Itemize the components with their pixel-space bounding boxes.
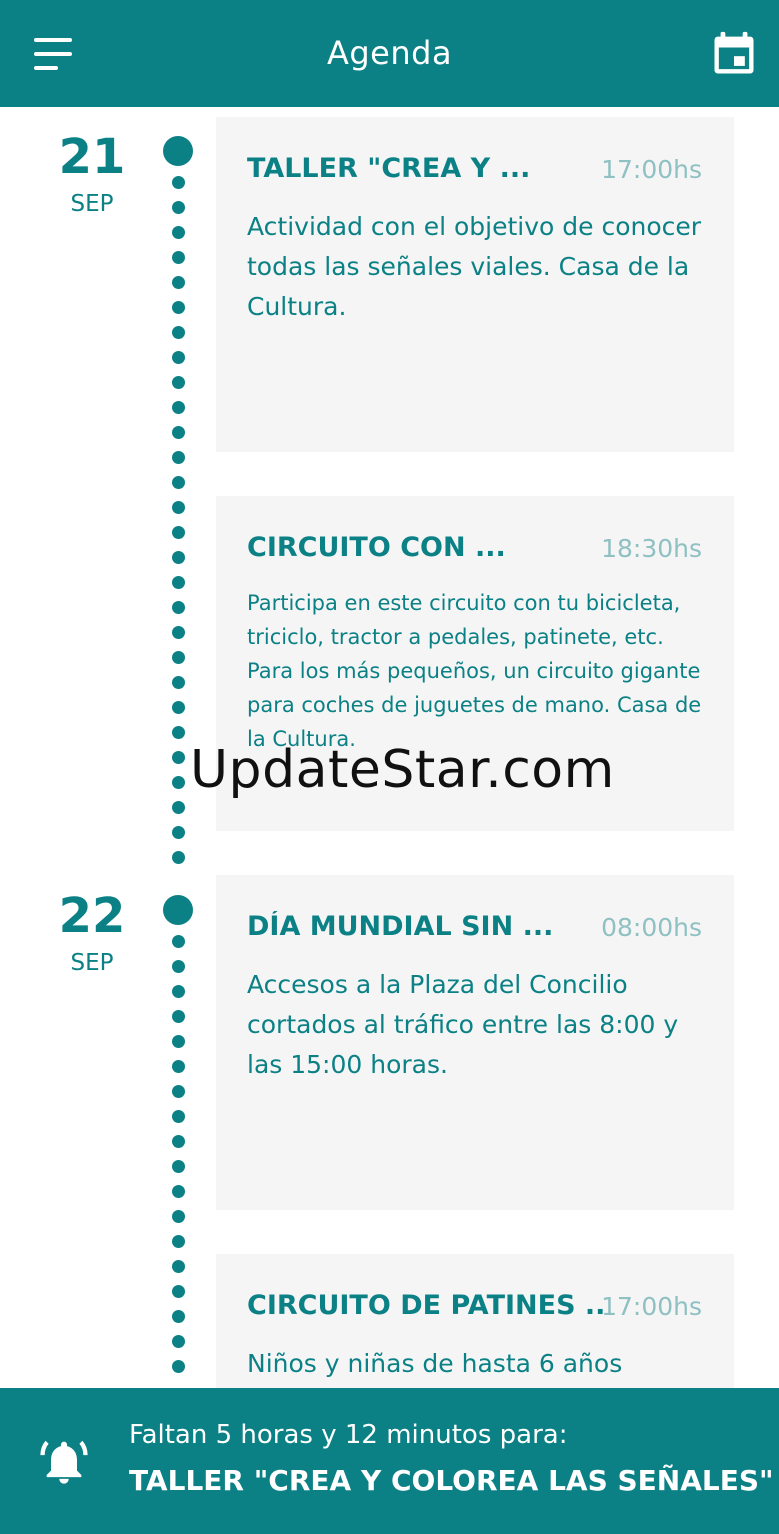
event-card[interactable]: DÍA MUNDIAL SIN ... 08:00hs Accesos a la…: [216, 875, 734, 1210]
timeline-day-dot: [163, 136, 193, 166]
timeline-dot: [172, 426, 185, 439]
timeline-dot: [172, 501, 185, 514]
timeline-dot: [172, 1185, 185, 1198]
timeline-dot: [172, 276, 185, 289]
timeline-day-dot: [163, 895, 193, 925]
event-title: DÍA MUNDIAL SIN ...: [247, 911, 554, 942]
timeline-dot: [172, 826, 185, 839]
timeline-dot: [172, 1110, 185, 1123]
timeline-dot: [172, 1060, 185, 1073]
timeline-dot: [172, 1335, 185, 1348]
event-description: Actividad con el objetivo de conocer tod…: [247, 212, 702, 321]
timeline-dot: [172, 1285, 185, 1298]
timeline-dot: [172, 1010, 185, 1023]
event-time: 17:00hs: [601, 155, 702, 184]
timeline-dot: [172, 451, 185, 464]
event-card[interactable]: CIRCUITO DE PATINES ... 17:00hs Niños y …: [216, 1254, 734, 1388]
event-description: Niños y niñas de hasta 6 años: [247, 1349, 623, 1378]
timeline-dot: [172, 1310, 185, 1323]
timeline-dot: [172, 985, 185, 998]
event-title: CIRCUITO CON ...: [247, 532, 506, 563]
timeline-dot: [172, 526, 185, 539]
timeline-dot: [172, 251, 185, 264]
event-time: 17:00hs: [601, 1292, 702, 1321]
timeline-dot: [172, 1085, 185, 1098]
date-label: 21 SEP: [30, 129, 154, 219]
timeline-dot: [172, 1135, 185, 1148]
event-title: CIRCUITO DE PATINES ...: [247, 1290, 607, 1321]
timeline-dot: [172, 1160, 185, 1173]
date-day: 22: [58, 888, 126, 944]
timeline-dot: [172, 701, 185, 714]
calendar-icon[interactable]: [708, 28, 760, 80]
timeline-dot: [172, 1035, 185, 1048]
timeline-dot: [172, 301, 185, 314]
timeline-dot: [172, 576, 185, 589]
date-label: 22 SEP: [30, 888, 154, 978]
timeline-dot: [172, 726, 185, 739]
timeline-dot: [172, 176, 185, 189]
event-description: Accesos a la Plaza del Concilio cortados…: [247, 970, 679, 1079]
timeline-dot: [172, 935, 185, 948]
next-event-title: TALLER "CREA Y COLOREA LAS SEÑALES": [129, 1464, 774, 1497]
timeline-dot: [172, 476, 185, 489]
timeline-dot: [172, 1235, 185, 1248]
timeline-dot: [172, 751, 185, 764]
event-time: 18:30hs: [601, 534, 702, 563]
timeline-dot: [172, 851, 185, 864]
timeline-dot: [172, 626, 185, 639]
date-month: SEP: [70, 950, 114, 976]
timeline-dot: [172, 201, 185, 214]
timeline-dot: [172, 1360, 185, 1373]
timeline-dot: [172, 326, 185, 339]
timeline-dot: [172, 601, 185, 614]
next-event-banner[interactable]: Faltan 5 horas y 12 minutos para: TALLER…: [0, 1388, 779, 1534]
countdown-text: Faltan 5 horas y 12 minutos para:: [129, 1420, 568, 1450]
timeline-dot: [172, 960, 185, 973]
date-day: 21: [58, 129, 126, 185]
page-title: Agenda: [326, 34, 453, 72]
timeline-dot: [172, 351, 185, 364]
event-description: Participa en este circuito con tu bicicl…: [247, 591, 702, 751]
event-title: TALLER "CREA Y ...: [247, 153, 531, 184]
event-card[interactable]: TALLER "CREA Y ... 17:00hs Actividad con…: [216, 117, 734, 452]
date-month: SEP: [70, 191, 114, 217]
timeline-dot: [172, 226, 185, 239]
timeline-dot: [172, 1210, 185, 1223]
timeline-dot: [172, 651, 185, 664]
timeline-dot: [172, 676, 185, 689]
timeline-dot: [172, 401, 185, 414]
timeline-dot: [172, 1260, 185, 1273]
watermark: UpdateStar.com: [190, 740, 615, 800]
timeline-dot: [172, 776, 185, 789]
app-bar: Agenda: [0, 0, 779, 107]
bell-icon: [38, 1436, 90, 1488]
timeline-dot: [172, 801, 185, 814]
timeline-dot: [172, 376, 185, 389]
event-time: 08:00hs: [601, 913, 702, 942]
timeline-dot: [172, 551, 185, 564]
